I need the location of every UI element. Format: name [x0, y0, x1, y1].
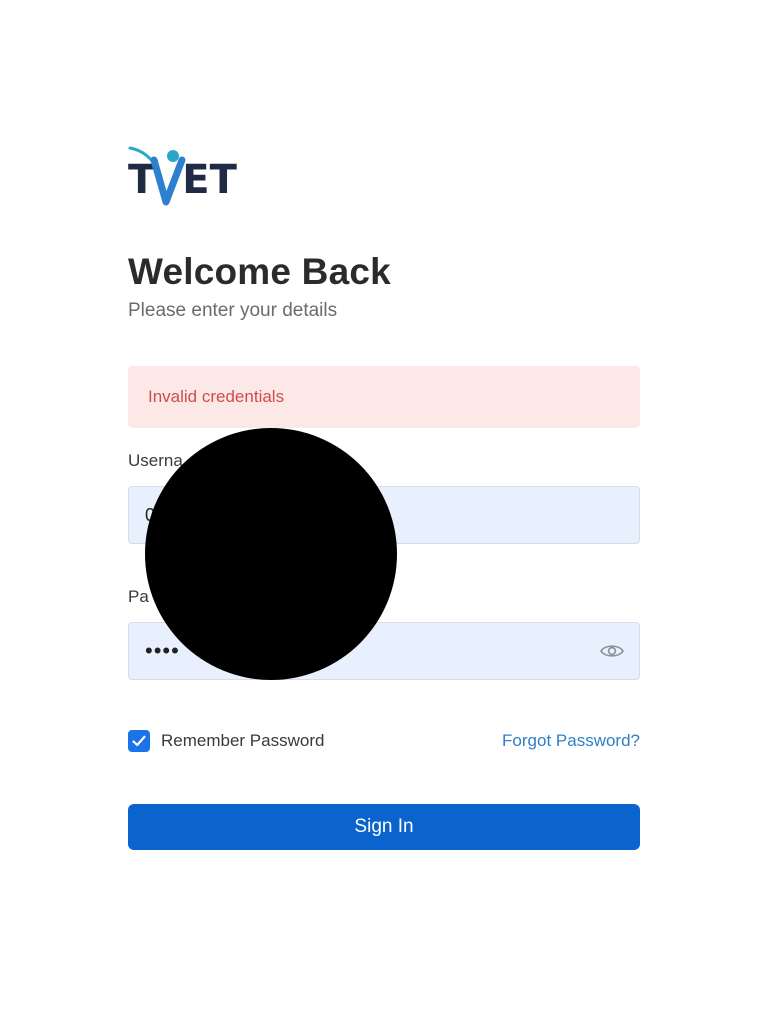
page-subtitle: Please enter your details	[128, 300, 338, 321]
forgot-password-link[interactable]: Forgot Password?	[502, 731, 640, 751]
check-icon	[132, 735, 146, 747]
sign-in-button[interactable]: Sign In	[128, 804, 640, 850]
form-options-row: Remember Password Forgot Password?	[128, 730, 640, 752]
error-alert: Invalid credentials	[128, 366, 640, 428]
brand-logo: T ET	[128, 140, 238, 210]
login-page: T ET Welcome Back Please enter your detai…	[0, 0, 768, 1024]
remember-password-label: Remember Password	[161, 731, 325, 750]
error-message: Invalid credentials	[148, 387, 285, 406]
logo-figure-icon	[128, 146, 186, 206]
eye-icon[interactable]	[599, 638, 625, 664]
remember-checkbox[interactable]	[128, 730, 150, 752]
page-title: Welcome Back	[128, 251, 391, 292]
remember-password-toggle[interactable]: Remember Password	[128, 730, 324, 752]
redaction-circle	[145, 428, 397, 680]
